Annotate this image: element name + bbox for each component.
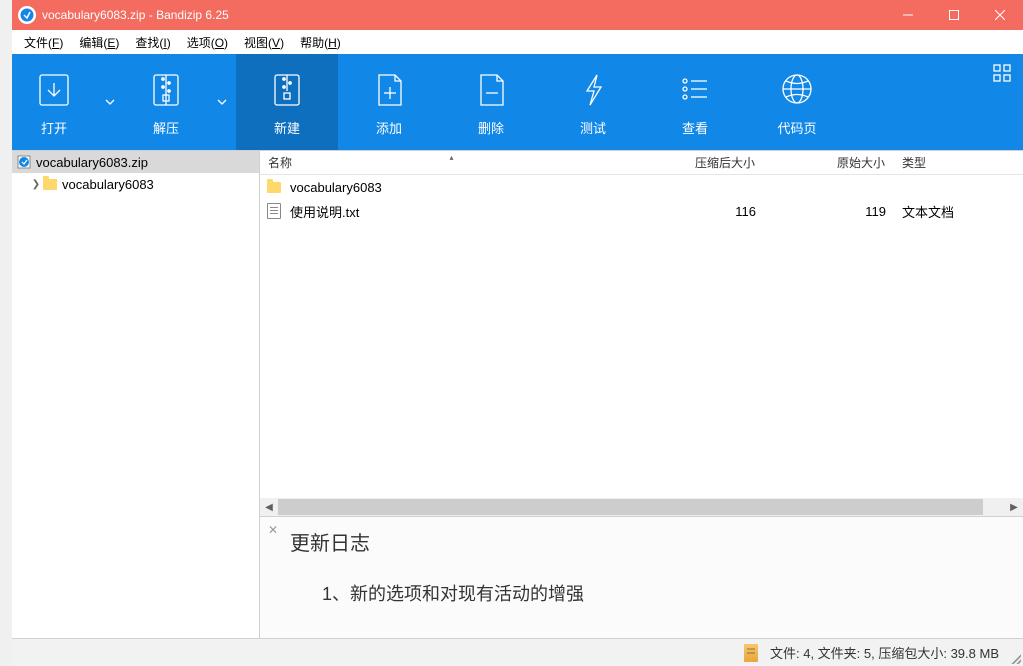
menu-edit[interactable]: 编辑(E) xyxy=(71,32,127,53)
preview-close-button[interactable]: ✕ xyxy=(268,523,278,537)
extract-dropdown[interactable] xyxy=(208,54,236,150)
preview-body: 1、新的选项和对现有活动的增强 xyxy=(290,580,1003,606)
menu-help[interactable]: 帮助(H) xyxy=(292,32,349,53)
delete-button[interactable]: 删除 xyxy=(440,54,542,150)
chevron-down-icon xyxy=(217,99,227,105)
app-window: vocabulary6083.zip - Bandizip 6.25 文件(F)… xyxy=(12,0,1023,666)
scroll-track[interactable] xyxy=(278,498,1005,516)
status-text: 文件: 4, 文件夹: 5, 压缩包大小: 39.8 MB xyxy=(770,643,999,662)
extract-button[interactable]: 解压 xyxy=(124,54,208,150)
content-area: vocabulary6083.zip ❯ vocabulary6083 名称 ▴… xyxy=(12,150,1023,638)
tree-root[interactable]: vocabulary6083.zip xyxy=(12,151,259,173)
file-name: 使用说明.txt xyxy=(290,202,359,221)
extract-icon xyxy=(146,68,186,110)
open-icon xyxy=(34,68,74,110)
codepage-button[interactable]: 代码页 xyxy=(746,54,848,150)
file-osize: 119 xyxy=(764,204,894,219)
test-button[interactable]: 测试 xyxy=(542,54,644,150)
grid-icon xyxy=(993,64,1011,82)
file-list-header[interactable]: 名称 ▴ 压缩后大小 原始大小 类型 xyxy=(260,151,1023,175)
view-list-icon xyxy=(675,68,715,110)
folder-tree[interactable]: vocabulary6083.zip ❯ vocabulary6083 xyxy=(12,151,260,638)
horizontal-scrollbar[interactable]: ◀ ▶ xyxy=(260,498,1023,516)
file-row[interactable]: 使用说明.txt 116 119 文本文档 xyxy=(260,199,1023,223)
maximize-button[interactable] xyxy=(931,0,977,30)
toolbar-settings-button[interactable] xyxy=(993,64,1011,85)
minimize-button[interactable] xyxy=(885,0,931,30)
col-compressed[interactable]: 压缩后大小 xyxy=(640,154,764,171)
scroll-right-button[interactable]: ▶ xyxy=(1005,498,1023,516)
right-pane: 名称 ▴ 压缩后大小 原始大小 类型 vocabulary6083 xyxy=(260,151,1023,638)
menu-file[interactable]: 文件(F) xyxy=(16,32,71,53)
file-type: 文本文档 xyxy=(894,202,1023,221)
col-type[interactable]: 类型 xyxy=(894,154,1023,171)
tree-child[interactable]: ❯ vocabulary6083 xyxy=(12,173,259,195)
file-list-area: 名称 ▴ 压缩后大小 原始大小 类型 vocabulary6083 xyxy=(260,151,1023,516)
add-icon xyxy=(369,68,409,110)
file-row[interactable]: vocabulary6083 xyxy=(260,175,1023,199)
col-name[interactable]: 名称 ▴ xyxy=(260,154,640,171)
expand-icon[interactable]: ❯ xyxy=(30,179,42,190)
preview-title: 更新日志 xyxy=(290,527,1003,556)
open-button[interactable]: 打开 xyxy=(12,54,96,150)
close-button[interactable] xyxy=(977,0,1023,30)
preview-pane: ✕ 更新日志 1、新的选项和对现有活动的增强 xyxy=(260,516,1023,638)
minimize-icon xyxy=(903,10,913,20)
view-button[interactable]: 查看 xyxy=(644,54,746,150)
toolbar: 打开 解压 新建 添加 xyxy=(12,54,1023,150)
new-archive-icon xyxy=(267,68,307,110)
sort-asc-icon: ▴ xyxy=(450,153,454,162)
file-name: vocabulary6083 xyxy=(290,180,382,195)
add-button[interactable]: 添加 xyxy=(338,54,440,150)
new-button[interactable]: 新建 xyxy=(236,54,338,150)
app-icon xyxy=(18,6,36,24)
scroll-thumb[interactable] xyxy=(278,499,983,515)
file-list[interactable]: vocabulary6083 使用说明.txt 116 119 文本文 xyxy=(260,175,1023,498)
test-icon xyxy=(573,68,613,110)
cropped-background xyxy=(0,0,12,666)
archive-icon xyxy=(16,154,32,170)
statusbar: 文件: 4, 文件夹: 5, 压缩包大小: 39.8 MB xyxy=(12,638,1023,666)
delete-icon xyxy=(471,68,511,110)
file-csize: 116 xyxy=(640,204,764,219)
maximize-icon xyxy=(949,10,959,20)
close-icon xyxy=(995,10,1005,20)
text-file-icon xyxy=(266,203,282,219)
tree-child-label: vocabulary6083 xyxy=(62,177,154,192)
archive-status-icon xyxy=(744,644,758,662)
resize-grip[interactable] xyxy=(1009,652,1021,664)
menu-view[interactable]: 视图(V) xyxy=(236,32,292,53)
tree-root-label: vocabulary6083.zip xyxy=(36,155,148,170)
folder-icon xyxy=(42,176,58,192)
folder-icon xyxy=(266,179,282,195)
menu-options[interactable]: 选项(O) xyxy=(179,32,236,53)
col-original[interactable]: 原始大小 xyxy=(764,154,894,171)
open-dropdown[interactable] xyxy=(96,54,124,150)
menu-find[interactable]: 查找(I) xyxy=(127,32,178,53)
titlebar[interactable]: vocabulary6083.zip - Bandizip 6.25 xyxy=(12,0,1023,30)
window-title: vocabulary6083.zip - Bandizip 6.25 xyxy=(42,8,885,22)
globe-icon xyxy=(777,68,817,110)
chevron-down-icon xyxy=(105,99,115,105)
scroll-left-button[interactable]: ◀ xyxy=(260,498,278,516)
menubar: 文件(F) 编辑(E) 查找(I) 选项(O) 视图(V) 帮助(H) xyxy=(12,30,1023,54)
window-controls xyxy=(885,0,1023,30)
